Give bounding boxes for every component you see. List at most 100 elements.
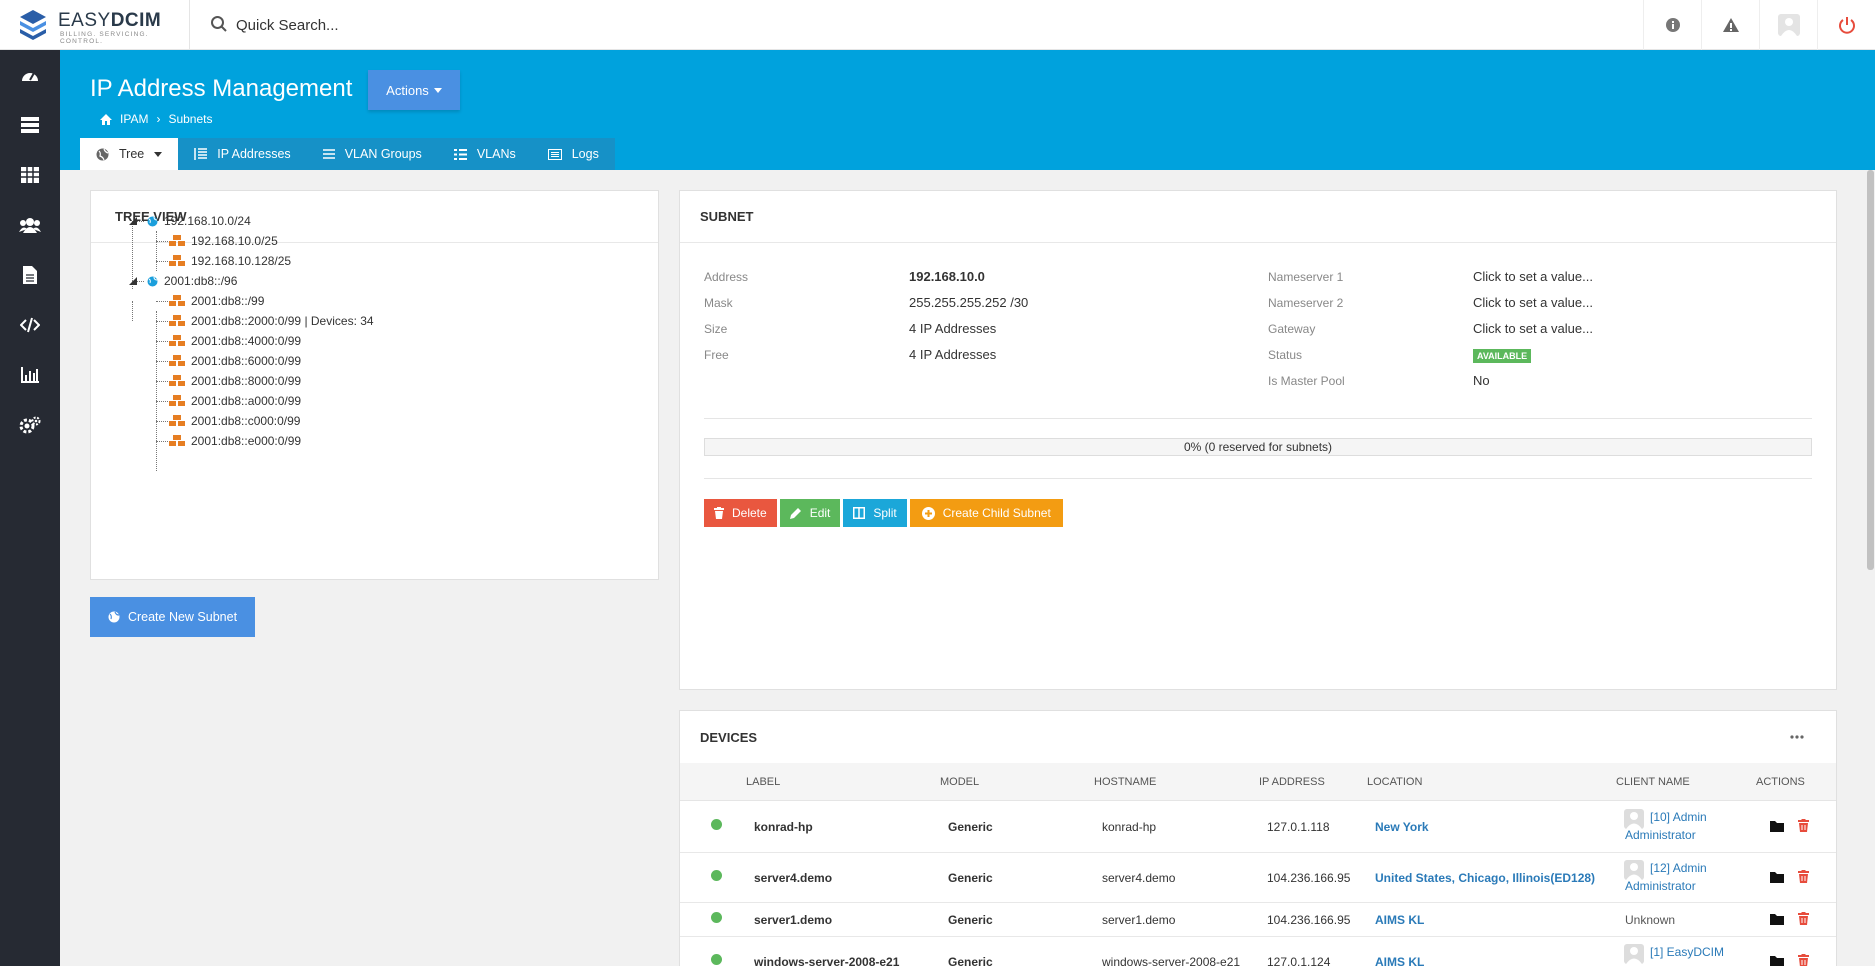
- pencil-icon: [789, 508, 801, 519]
- device-location[interactable]: New York: [1375, 820, 1429, 834]
- device-label[interactable]: konrad-hp: [754, 820, 813, 834]
- device-location[interactable]: AIMS KL: [1375, 913, 1424, 927]
- tab-bar: Tree IP Addresses VLAN Groups VLANs Logs: [80, 138, 615, 170]
- nameserver1-label: Nameserver 1: [1268, 270, 1344, 284]
- breadcrumb-ipam[interactable]: IPAM: [120, 112, 148, 126]
- tree-node-child[interactable]: 192.168.10.0/25: [169, 233, 278, 249]
- column-hostname[interactable]: HOSTNAME: [1094, 776, 1156, 788]
- sidebar-item-reports[interactable]: [0, 350, 60, 400]
- nameserver1-value[interactable]: Click to set a value...: [1473, 269, 1593, 284]
- tab-tree[interactable]: Tree: [80, 138, 179, 170]
- sidebar-item-settings[interactable]: [0, 400, 60, 450]
- tab-ip-addresses[interactable]: IP Addresses: [178, 138, 306, 170]
- column-model[interactable]: MODEL: [940, 776, 979, 788]
- tree-node-child[interactable]: 2001:db8::a000:0/99: [169, 393, 301, 409]
- device-label[interactable]: server4.demo: [754, 871, 832, 885]
- sidebar-item-documents[interactable]: [0, 250, 60, 300]
- app-logo[interactable]: EASYDCIM BILLING. SERVICING. CONTROL.: [0, 0, 190, 50]
- client-name[interactable]: [1] EasyDCIM: [1625, 943, 1735, 961]
- list-alt-icon: [453, 148, 467, 160]
- tree-node-child[interactable]: 2001:db8::/99: [169, 293, 264, 309]
- user-menu-button[interactable]: [1759, 0, 1817, 50]
- folder-icon[interactable]: [1770, 955, 1784, 966]
- tree-node-child[interactable]: 2001:db8::4000:0/99: [169, 333, 301, 349]
- tab-tree-label: Tree: [119, 147, 145, 161]
- settings-icon: [19, 416, 41, 434]
- column-client-name[interactable]: CLIENT NAME: [1616, 776, 1690, 788]
- tree-node-root[interactable]: 192.168.10.0/24: [147, 213, 251, 229]
- sidebar-item-servers[interactable]: [0, 100, 60, 150]
- devices-panel: DEVICES LABEL MODEL HOSTNAME IP ADDRESS …: [679, 710, 1837, 966]
- actions-dropdown-button[interactable]: Actions: [368, 70, 460, 110]
- trash-icon[interactable]: [1798, 870, 1809, 883]
- tree-node-child[interactable]: 192.168.10.128/25: [169, 253, 291, 269]
- devices-title: DEVICES: [680, 711, 1836, 763]
- sidebar: [0, 50, 60, 966]
- device-location[interactable]: AIMS KL: [1375, 955, 1424, 966]
- status-online-icon: [711, 819, 722, 830]
- tree-node-child[interactable]: 2001:db8::e000:0/99: [169, 433, 301, 449]
- tab-vlans[interactable]: VLANs: [438, 138, 532, 170]
- tree-node-child[interactable]: 2001:db8::8000:0/99: [169, 373, 301, 389]
- table-row: konrad-hp Generic konrad-hp 127.0.1.118 …: [680, 802, 1836, 853]
- trash-icon[interactable]: [1798, 912, 1809, 925]
- tree-node-label: 2001:db8::4000:0/99: [191, 334, 302, 348]
- info-button[interactable]: [1643, 0, 1701, 50]
- tab-logs[interactable]: Logs: [532, 138, 615, 170]
- breadcrumb-subnets[interactable]: Subnets: [168, 112, 212, 126]
- scrollbar-thumb[interactable]: [1867, 170, 1874, 570]
- client-name[interactable]: [12] Admin Administrator: [1625, 859, 1735, 895]
- sidebar-item-users[interactable]: [0, 200, 60, 250]
- folder-icon[interactable]: [1770, 871, 1784, 883]
- device-label[interactable]: windows-server-2008-e21: [754, 955, 899, 966]
- quick-search-input[interactable]: [236, 12, 936, 38]
- plus-circle-icon: [921, 506, 935, 520]
- folder-icon[interactable]: [1770, 820, 1784, 832]
- split-button[interactable]: Split: [843, 499, 907, 527]
- device-model: Generic: [948, 955, 993, 966]
- tree-node-label: 2001:db8::/99: [191, 294, 265, 308]
- tree-node-child[interactable]: 2001:db8::2000:0/99 | Devices: 34: [169, 313, 374, 329]
- power-icon: [1838, 17, 1855, 34]
- collapse-toggle-icon[interactable]: [129, 217, 137, 225]
- device-model: Generic: [948, 913, 993, 927]
- collapse-toggle-icon[interactable]: [129, 277, 137, 285]
- logout-button[interactable]: [1817, 0, 1875, 50]
- trash-icon[interactable]: [1798, 954, 1809, 966]
- globe-icon: [147, 276, 158, 286]
- gateway-value[interactable]: Click to set a value...: [1473, 321, 1593, 336]
- create-child-subnet-button[interactable]: Create Child Subnet: [909, 499, 1063, 527]
- actions-label: Actions: [386, 82, 429, 98]
- sidebar-item-dashboard[interactable]: [0, 50, 60, 100]
- trash-icon[interactable]: [1798, 819, 1809, 832]
- more-icon[interactable]: [1790, 735, 1804, 739]
- device-label[interactable]: server1.demo: [754, 913, 832, 927]
- delete-button[interactable]: Delete: [704, 499, 777, 527]
- edit-button[interactable]: Edit: [779, 499, 841, 527]
- home-icon[interactable]: [100, 113, 112, 125]
- globe-icon: [108, 611, 120, 623]
- tree-node-child[interactable]: 2001:db8::6000:0/99: [169, 353, 301, 369]
- column-location[interactable]: LOCATION: [1367, 776, 1422, 788]
- tree-node-root[interactable]: 2001:db8::/96: [147, 273, 237, 289]
- tab-vlan-groups[interactable]: VLAN Groups: [307, 138, 438, 170]
- breadcrumb: IPAM › Subnets: [100, 112, 213, 126]
- create-new-subnet-button[interactable]: Create New Subnet: [90, 597, 255, 637]
- code-icon: [20, 317, 40, 333]
- column-ip-address[interactable]: IP ADDRESS: [1259, 776, 1325, 788]
- sidebar-item-table[interactable]: [0, 150, 60, 200]
- client-name[interactable]: [10] Admin Administrator: [1625, 808, 1735, 844]
- page-header: IP Address Management Actions IPAM › Sub…: [60, 50, 1875, 170]
- nameserver2-value[interactable]: Click to set a value...: [1473, 295, 1593, 310]
- tree-node-label: 192.168.10.128/25: [191, 254, 292, 268]
- device-location[interactable]: United States, Chicago, Illinois(ED128): [1375, 871, 1595, 885]
- split-label: Split: [873, 506, 897, 520]
- column-label[interactable]: LABEL: [746, 776, 780, 788]
- page-scrollbar[interactable]: [1865, 170, 1875, 966]
- mask-label: Mask: [704, 296, 733, 310]
- sidebar-item-api[interactable]: [0, 300, 60, 350]
- tree-node-child[interactable]: 2001:db8::c000:0/99: [169, 413, 300, 429]
- table-row: server4.demo Generic server4.demo 104.23…: [680, 853, 1836, 903]
- folder-icon[interactable]: [1770, 913, 1784, 925]
- warning-button[interactable]: [1701, 0, 1759, 50]
